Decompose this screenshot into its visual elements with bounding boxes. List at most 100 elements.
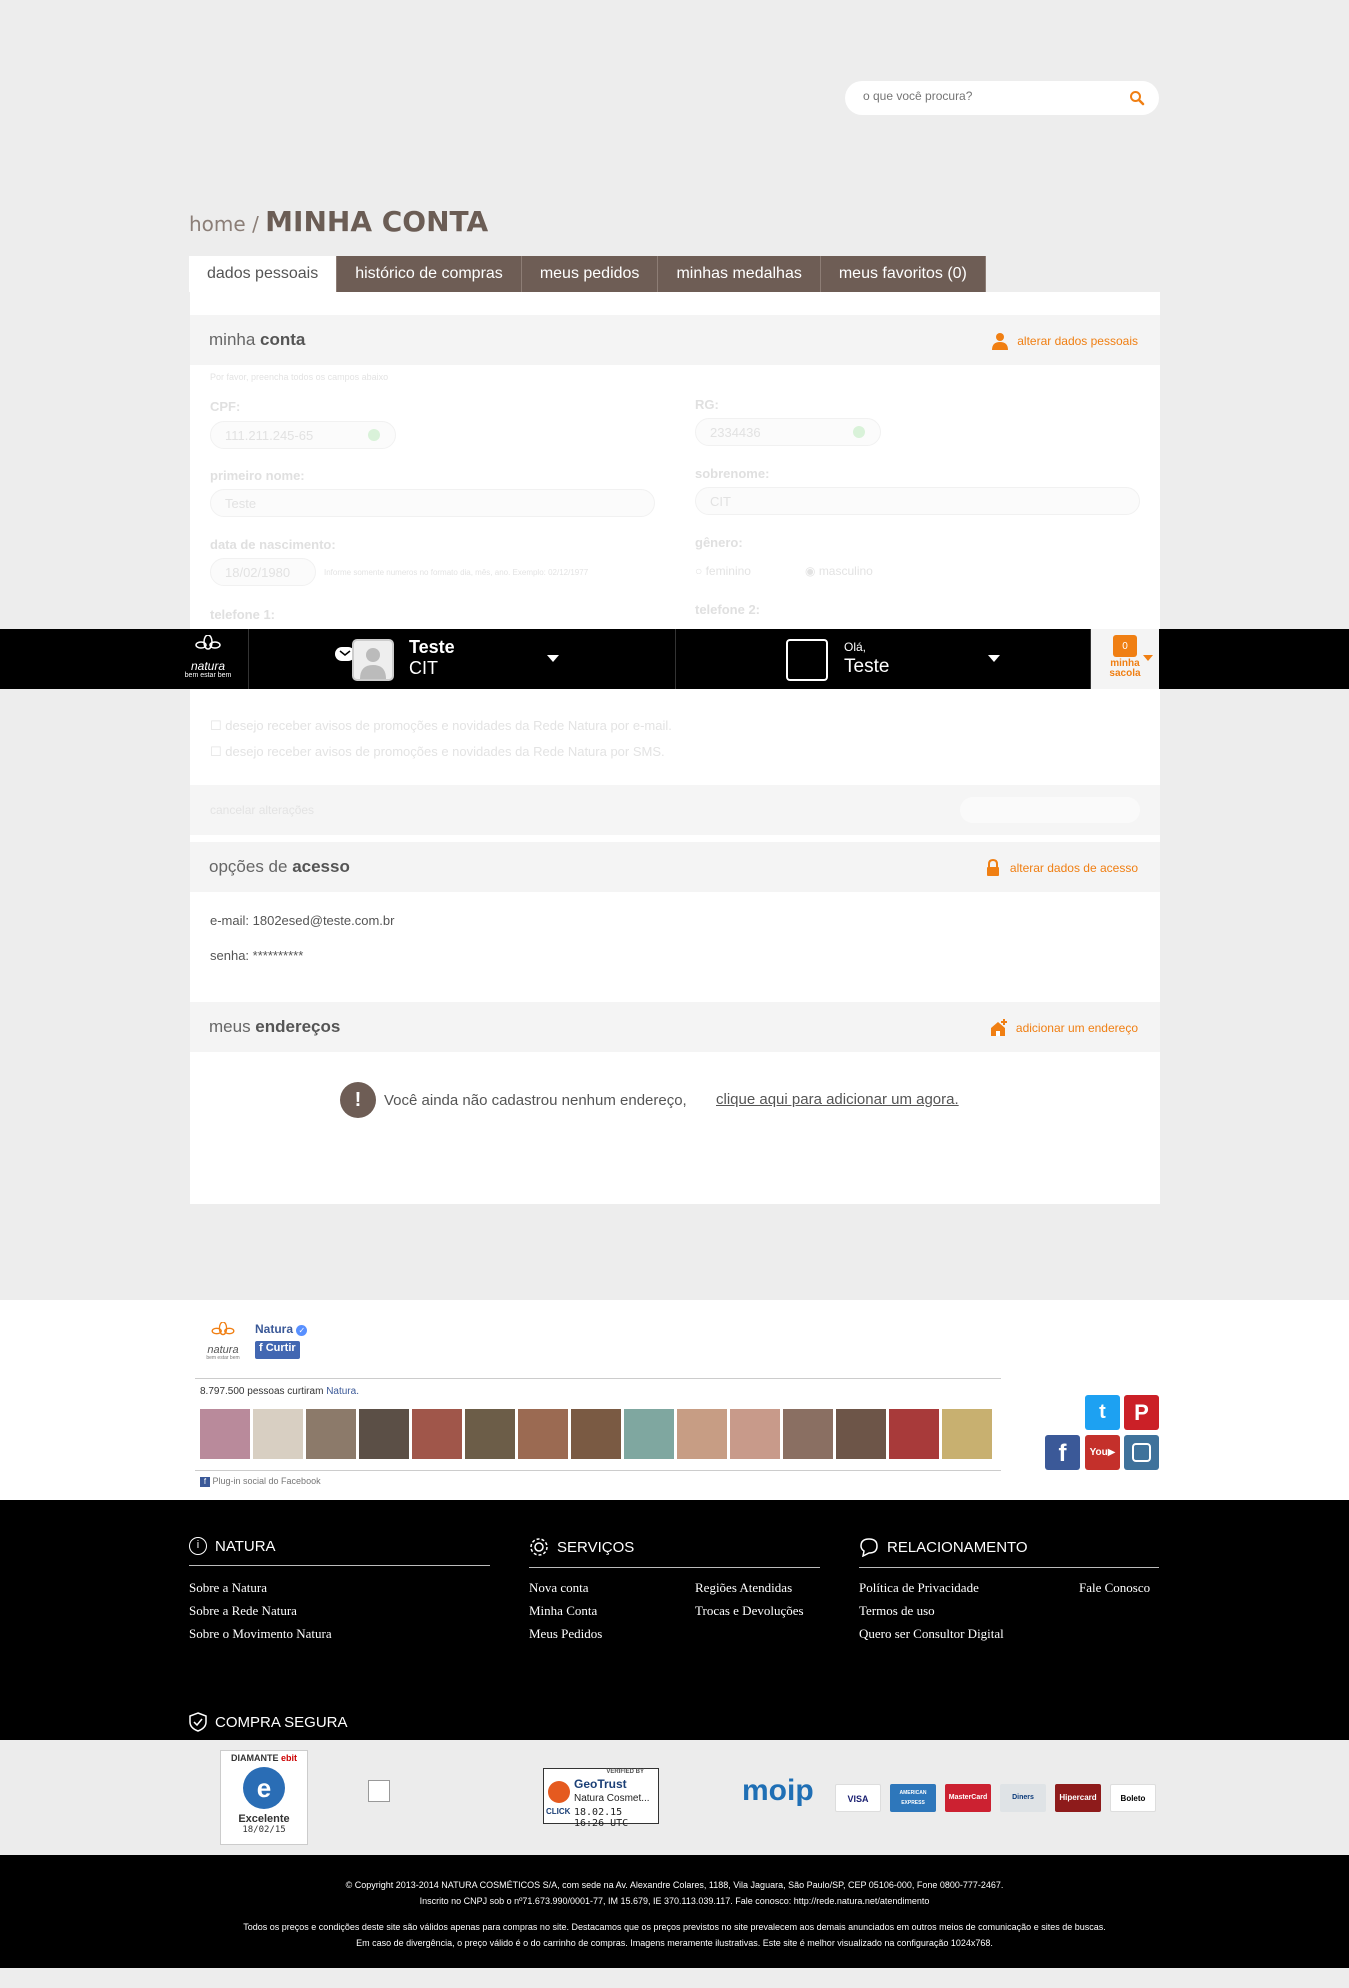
form-note: Por favor, preencha todos os campos abai… <box>210 372 389 382</box>
chat-icon <box>860 1538 878 1557</box>
footer-link[interactable]: Minha Conta <box>529 1603 597 1619</box>
add-home-icon <box>990 1019 1007 1036</box>
fan-avatar[interactable] <box>306 1409 356 1459</box>
facebook-page-name[interactable]: Natura ✓ <box>255 1322 308 1336</box>
tab-minhas-medalhas[interactable]: minhas medalhas <box>658 256 821 292</box>
empty-address-message: ! Você ainda não cadastrou nenhum endere… <box>340 1082 687 1118</box>
minha-sacola-button[interactable]: 0 minha sacola <box>1091 629 1159 689</box>
breadcrumb: home / MINHA CONTA <box>189 205 488 238</box>
enderecos-header: meus endereços adicionar um endereço <box>190 1002 1160 1052</box>
footer-links: i NATURA Sobre a Natura Sobre a Rede Nat… <box>0 1500 1349 1740</box>
natura-flower-icon <box>195 634 221 650</box>
compra-segura-heading: COMPRA SEGURA <box>189 1712 348 1732</box>
gender-female-option[interactable]: ○ feminino <box>695 564 751 578</box>
fan-avatar[interactable] <box>942 1409 992 1459</box>
consultant-name: Teste <box>409 637 455 657</box>
footer-link[interactable]: Sobre a Rede Natura <box>189 1603 297 1619</box>
footer-link[interactable]: Fale Conosco <box>1079 1580 1150 1596</box>
facebook-like-button[interactable]: f Curtir <box>255 1341 300 1359</box>
consultant-avatar <box>352 639 394 681</box>
alterar-dados-pessoais-link[interactable]: alterar dados pessoais <box>991 332 1138 350</box>
search-input[interactable] <box>863 89 1113 103</box>
info-icon: i <box>189 1537 207 1555</box>
fan-avatar[interactable] <box>783 1409 833 1459</box>
copyright-line: Inscrito no CNPJ sob o nº71.673.990/0001… <box>419 1896 930 1906</box>
fan-avatar[interactable] <box>730 1409 780 1459</box>
add-address-link[interactable]: clique aqui para adicionar um agora. <box>716 1091 959 1108</box>
save-button[interactable] <box>960 797 1140 823</box>
page-title: MINHA CONTA <box>265 205 489 238</box>
section-title: opções de acesso <box>209 857 350 876</box>
tab-historico-compras[interactable]: histórico de compras <box>337 256 522 292</box>
tab-meus-pedidos[interactable]: meus pedidos <box>521 256 659 292</box>
moip-logo: moip <box>742 1774 814 1807</box>
fan-avatar[interactable] <box>571 1409 621 1459</box>
fan-avatar[interactable] <box>465 1409 515 1459</box>
cpf-label: CPF: <box>210 399 241 414</box>
breadcrumb-home[interactable]: home <box>189 212 246 236</box>
fan-avatar[interactable] <box>253 1409 303 1459</box>
alterar-dados-acesso-link[interactable]: alterar dados de acesso <box>984 859 1138 877</box>
footer-link[interactable]: Termos de uso <box>859 1603 935 1619</box>
phone2-label: telefone 2: <box>695 602 761 617</box>
chevron-down-icon[interactable] <box>988 655 1000 662</box>
youtube-icon[interactable]: You▶ <box>1085 1435 1120 1470</box>
fan-faces <box>200 1409 992 1459</box>
facebook-icon: f <box>200 1477 210 1487</box>
fan-avatar[interactable] <box>412 1409 462 1459</box>
footer-link[interactable]: Sobre a Natura <box>189 1580 267 1596</box>
shield-icon <box>189 1712 207 1732</box>
natura-logo[interactable]: natura bem estar bem <box>180 634 236 685</box>
footer-link[interactable]: Nova conta <box>529 1580 589 1596</box>
adicionar-endereco-link[interactable]: adicionar um endereço <box>990 1019 1138 1037</box>
broken-image-icon <box>368 1780 390 1802</box>
last-name-field[interactable]: CIT <box>695 487 1140 515</box>
fan-avatar[interactable] <box>518 1409 568 1459</box>
copyright-line: Todos os preços e condições deste site s… <box>243 1922 1106 1932</box>
mastercard-icon: MasterCard <box>945 1784 991 1812</box>
footer-link[interactable]: Sobre o Movimento Natura <box>189 1626 332 1642</box>
instagram-icon[interactable] <box>1124 1435 1159 1470</box>
fan-avatar[interactable] <box>677 1409 727 1459</box>
hipercard-icon: Hipercard <box>1055 1784 1101 1812</box>
ebit-seal[interactable]: DIAMANTE ebit e Excelente 18/02/15 <box>220 1750 308 1845</box>
alert-icon: ! <box>340 1082 376 1118</box>
gender-male-option[interactable]: ◉ masculino <box>805 564 873 578</box>
acesso-header: opções de acesso alterar dados de acesso <box>190 842 1160 892</box>
fan-avatar[interactable] <box>359 1409 409 1459</box>
tab-dados-pessoais[interactable]: dados pessoais <box>189 256 338 292</box>
phone1-label: telefone 1: <box>210 607 276 622</box>
opt-sms-checkbox[interactable]: ☐ desejo receber avisos de promoções e n… <box>210 744 665 760</box>
chevron-down-icon <box>1143 655 1153 661</box>
visa-icon: VISA <box>835 1784 881 1812</box>
natura-flower-icon <box>211 1321 235 1336</box>
footer-link[interactable]: Trocas e Devoluções <box>695 1603 804 1619</box>
fan-avatar[interactable] <box>836 1409 886 1459</box>
geotrust-seal[interactable]: VERIFIED BY GeoTrust Natura Cosmet... CL… <box>543 1768 659 1829</box>
birth-field[interactable]: 18/02/1980 <box>210 558 316 586</box>
chevron-down-icon[interactable] <box>547 655 559 662</box>
first-name-field[interactable]: Teste <box>210 489 655 517</box>
security-seals: DIAMANTE ebit e Excelente 18/02/15 VERIF… <box>0 1740 1349 1855</box>
footer-link[interactable]: Regiões Atendidas <box>695 1580 792 1596</box>
user-icon <box>992 333 1009 350</box>
search-box[interactable] <box>845 81 1159 115</box>
search-icon[interactable] <box>1129 90 1145 106</box>
fan-avatar[interactable] <box>624 1409 674 1459</box>
user-name: Teste <box>844 656 890 677</box>
footer-link[interactable]: Quero ser Consultor Digital <box>859 1626 1004 1642</box>
twitter-icon[interactable]: t <box>1085 1395 1120 1430</box>
verified-icon: ✓ <box>296 1325 308 1336</box>
cancel-link[interactable]: cancelar alterações <box>210 803 314 817</box>
footer-link[interactable]: Política de Privacidade <box>859 1580 979 1596</box>
fan-avatar[interactable] <box>889 1409 939 1459</box>
footer-link[interactable]: Meus Pedidos <box>529 1626 602 1642</box>
facebook-icon[interactable]: f <box>1045 1435 1080 1470</box>
gear-icon <box>530 1538 548 1556</box>
tab-meus-favoritos[interactable]: meus favoritos (0) <box>820 256 986 292</box>
copyright-line: © Copyright 2013-2014 NATURA COSMÉTICOS … <box>345 1880 1004 1890</box>
fan-avatar[interactable] <box>200 1409 250 1459</box>
opt-email-checkbox[interactable]: ☐ desejo receber avisos de promoções e n… <box>210 718 672 734</box>
pinterest-icon[interactable]: P <box>1124 1395 1159 1430</box>
check-icon <box>368 429 380 441</box>
